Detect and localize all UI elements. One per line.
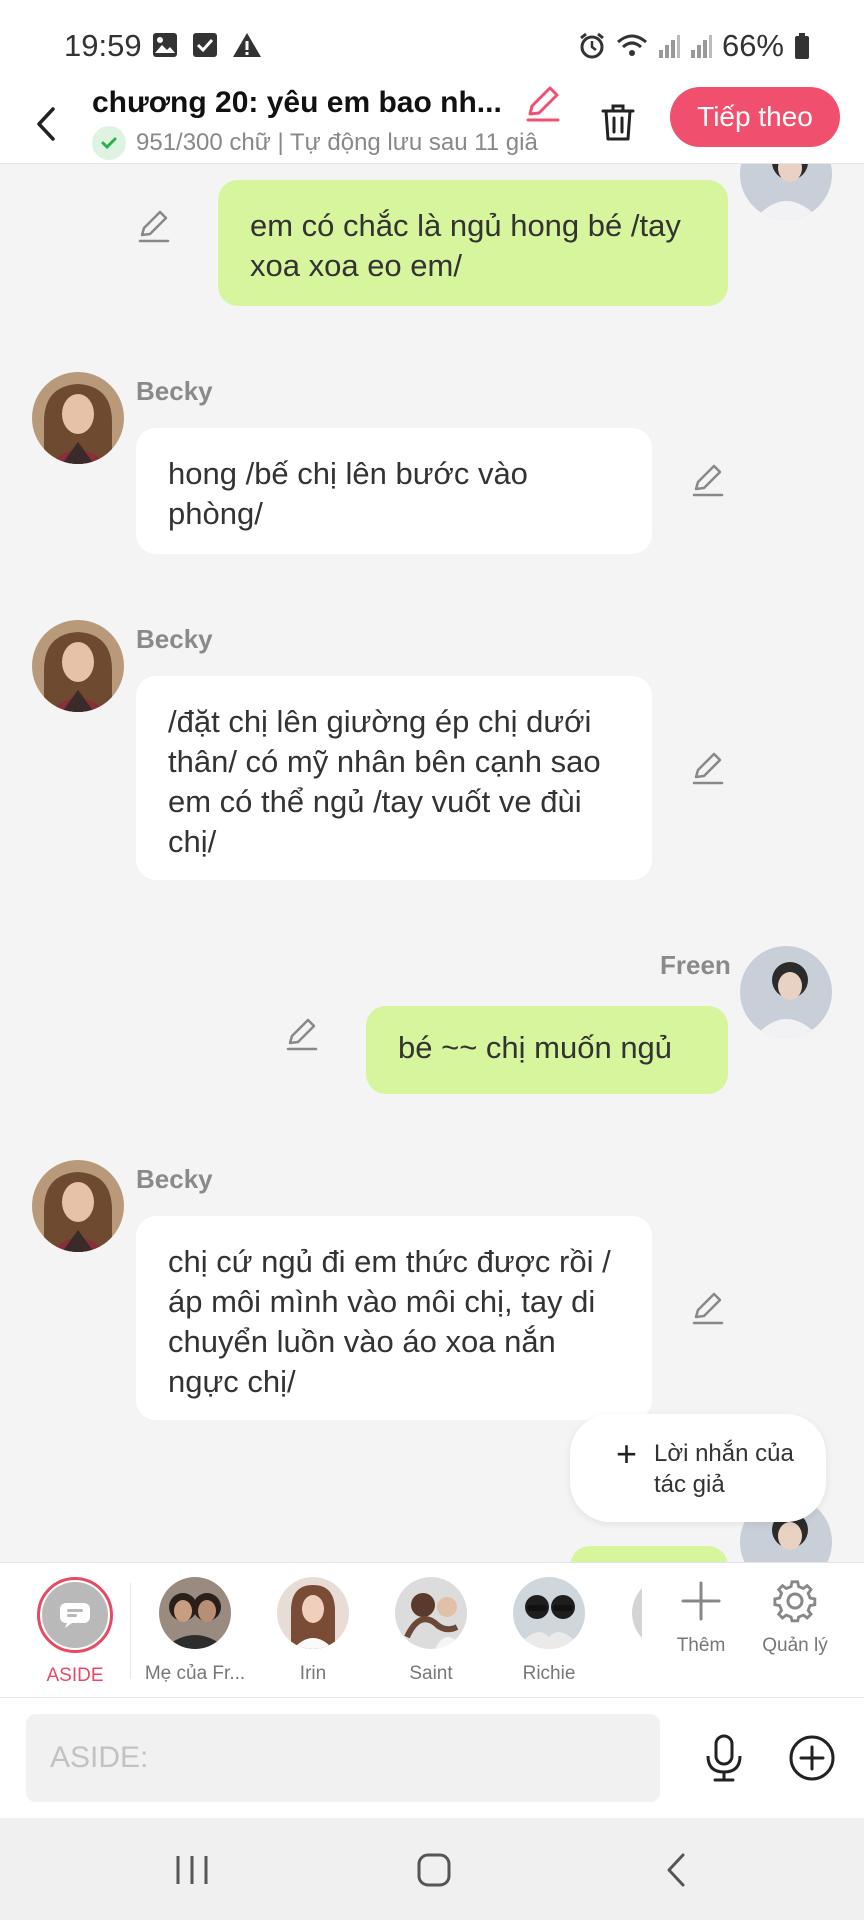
author-note-button[interactable]: + Lời nhắn của tác giả	[570, 1414, 826, 1522]
freen-avatar[interactable]	[740, 946, 832, 1038]
freen-avatar[interactable]	[740, 164, 832, 220]
back-button[interactable]	[26, 96, 66, 152]
microphone-button[interactable]	[698, 1732, 750, 1784]
add-character-button[interactable]: Thêm	[656, 1579, 746, 1657]
edit-message-icon[interactable]	[136, 208, 176, 248]
character-avatar[interactable]: Richie	[494, 1577, 604, 1685]
add-attachment-button[interactable]	[786, 1732, 838, 1784]
wifi-icon	[616, 33, 648, 59]
back-nav-button[interactable]	[646, 1848, 706, 1892]
sender-name: Becky	[136, 624, 213, 654]
edit-message-icon[interactable]	[690, 1290, 730, 1330]
edit-message-icon[interactable]	[690, 750, 730, 790]
battery-percent: 66%	[721, 28, 784, 63]
character-avatar[interactable]: Saint	[376, 1577, 486, 1685]
becky-avatar[interactable]	[32, 372, 124, 464]
input-row	[0, 1698, 864, 1818]
edit-message-icon[interactable]	[690, 462, 730, 502]
becky-avatar[interactable]	[32, 620, 124, 712]
manage-button[interactable]: Quản lý	[750, 1579, 840, 1657]
message-bubble[interactable]: em có chắc là ngủ hong bé /tay xoa xoa e…	[218, 180, 728, 306]
plus-icon	[681, 1581, 721, 1621]
gear-icon	[773, 1580, 817, 1623]
character-avatar[interactable]: Irin	[258, 1577, 368, 1685]
signal-icon	[690, 34, 712, 58]
character-avatar-partial[interactable]	[632, 1577, 642, 1649]
microphone-icon	[706, 1734, 742, 1782]
system-nav-bar	[0, 1818, 864, 1920]
save-status: 951/300 chữ | Tự động lưu sau 11 giâ	[92, 126, 562, 160]
author-note-label: Lời nhắn của tác giả	[654, 1440, 794, 1498]
message-bubble-partial[interactable]	[570, 1546, 728, 1562]
message-input[interactable]	[26, 1714, 660, 1802]
status-bar: 19:59 66%	[0, 0, 864, 84]
chapter-title[interactable]: chương 20: yêu em bao nh...	[92, 86, 516, 120]
home-button[interactable]	[404, 1848, 464, 1892]
chapter-header: chương 20: yêu em bao nh... 951/300 chữ …	[0, 84, 864, 164]
check-icon	[92, 126, 126, 160]
character-name: Richie	[522, 1663, 576, 1684]
chat-bubble-icon	[60, 1603, 90, 1628]
message-bubble[interactable]: bé ~~ chị muốn ngủ	[366, 1006, 728, 1094]
character-name: Saint	[409, 1663, 453, 1684]
message-bubble[interactable]: hong /bế chị lên bước vào phòng/	[136, 428, 652, 554]
character-name: Irin	[299, 1663, 327, 1684]
signal-icon	[658, 34, 680, 58]
message-bubble[interactable]: /đặt chị lên giường ép chị dưới thân/ có…	[136, 676, 652, 880]
home-icon	[417, 1853, 451, 1887]
sender-name: Becky	[136, 1164, 213, 1194]
message-bubble[interactable]: chị cứ ngủ đi em thức được rồi /áp môi m…	[136, 1216, 652, 1420]
edit-title-icon[interactable]	[522, 84, 566, 128]
warning-icon	[232, 32, 262, 63]
status-time: 19:59	[64, 28, 142, 63]
alarm-icon	[578, 32, 606, 60]
sender-name: Becky	[136, 376, 213, 406]
back-icon	[667, 1853, 685, 1887]
sender-name: Freen	[660, 950, 731, 980]
becky-avatar[interactable]	[32, 1160, 124, 1252]
checkbox-icon	[192, 32, 218, 63]
character-aside[interactable]: ASIDE	[20, 1577, 130, 1687]
character-name: ASIDE	[46, 1665, 104, 1686]
battery-icon	[794, 32, 810, 60]
plus-circle-icon	[789, 1735, 835, 1781]
recent-apps-button[interactable]	[162, 1848, 222, 1892]
character-bar: ASIDE Mẹ của Fr... Irin Saint Richie Thê…	[0, 1562, 864, 1698]
plus-icon: +	[616, 1433, 638, 1474]
image-icon	[152, 32, 178, 63]
add-label: Thêm	[676, 1635, 726, 1656]
delete-button[interactable]	[594, 96, 642, 148]
next-button[interactable]: Tiếp theo	[670, 87, 840, 147]
character-name: Mẹ của Fr...	[144, 1663, 246, 1684]
manage-label: Quản lý	[762, 1635, 828, 1656]
save-status-text: 951/300 chữ | Tự động lưu sau 11 giâ	[136, 129, 538, 156]
chat-area[interactable]: em có chắc là ngủ hong bé /tay xoa xoa e…	[0, 164, 864, 1562]
edit-message-icon[interactable]	[284, 1016, 324, 1056]
divider	[130, 1583, 131, 1679]
character-avatar[interactable]: Mẹ của Fr...	[140, 1577, 250, 1685]
recent-apps-icon	[176, 1856, 208, 1884]
